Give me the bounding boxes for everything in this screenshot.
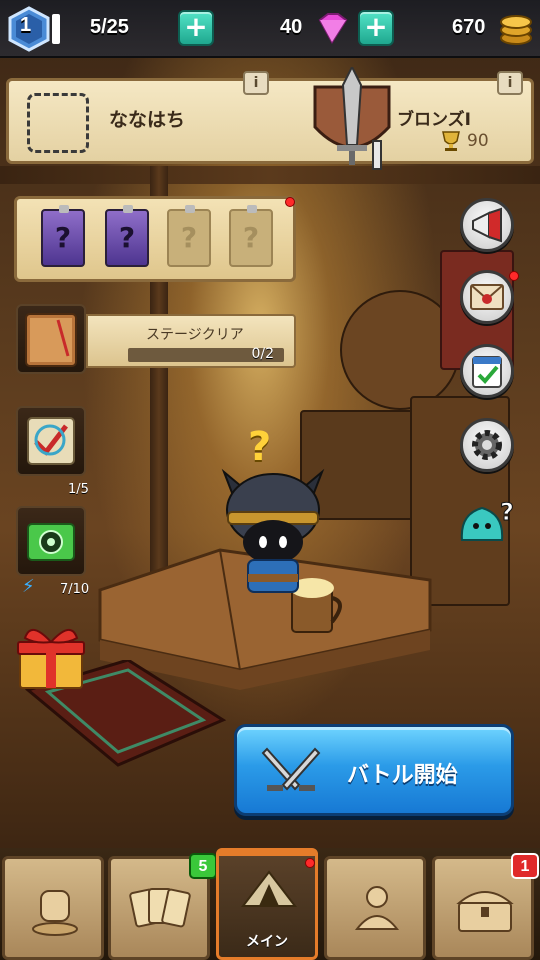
stamina-count: 5/25 — [90, 16, 129, 38]
bronze-sword-shield-icon — [313, 67, 391, 170]
gem-count: 40 — [280, 16, 303, 38]
settings-button[interactable] — [460, 418, 514, 472]
cards-badge: 5 — [189, 853, 217, 879]
war-notebook-button[interactable] — [16, 304, 86, 374]
ceiling-beam — [0, 166, 540, 184]
svg-text:?: ? — [500, 498, 514, 526]
tent-icon — [240, 870, 298, 907]
megaphone-icon — [472, 207, 502, 243]
tab-shop[interactable]: 1 — [432, 853, 539, 960]
camera-count: 7/10 — [60, 582, 90, 597]
mail-button[interactable] — [460, 270, 519, 324]
profile-info-button[interactable]: i — [243, 71, 269, 95]
player-name: ななはち — [109, 109, 186, 131]
card-slot-empty[interactable]: ? — [229, 205, 273, 267]
lightning-icon: ⚡ — [22, 576, 35, 597]
quest-button[interactable] — [16, 406, 86, 476]
shop-badge: 1 — [511, 853, 539, 879]
quest-count: 1/5 — [68, 482, 89, 497]
start-battle-label: バトル開始 — [347, 763, 458, 788]
tab-guild[interactable] — [2, 856, 104, 960]
quest-scroll-icon — [27, 417, 75, 465]
chest-icon — [456, 891, 514, 932]
card-slots-panel[interactable]: ? ? ? ? — [14, 196, 296, 282]
avatar-slot[interactable] — [27, 93, 89, 153]
trophy-count: 90 — [467, 131, 489, 151]
tab-main[interactable]: メイン — [216, 848, 318, 960]
level-progress-bar — [52, 14, 60, 44]
main-notification-dot — [305, 858, 315, 868]
announcement-button[interactable] — [460, 198, 514, 252]
gem-icon — [318, 13, 348, 44]
add-stamina-button[interactable]: + — [178, 10, 214, 46]
stage-progress-text: 0/2 — [251, 346, 274, 362]
tab-cards[interactable]: 5 — [108, 853, 217, 960]
card-slot[interactable]: ? — [41, 205, 85, 267]
envelope-icon — [470, 284, 504, 310]
coin-stack-icon — [500, 15, 532, 45]
start-battle-button[interactable]: バトル開始 — [234, 724, 514, 816]
camera-button[interactable] — [16, 506, 86, 576]
camera-icon — [27, 523, 75, 561]
player-character[interactable] — [218, 462, 328, 602]
coin-count: 670 — [452, 16, 486, 38]
calendar-button[interactable] — [460, 344, 514, 398]
tab-friends[interactable] — [324, 856, 426, 960]
tab-main-label: メイン — [246, 934, 288, 950]
player-profile-panel[interactable]: ななはち i ブロンズⅠ 90 i — [6, 67, 534, 170]
player-level: 1 — [20, 14, 32, 36]
fist-icon — [32, 890, 78, 936]
crossed-swords-icon — [261, 747, 321, 791]
trophy-icon — [442, 131, 460, 151]
gear-icon — [472, 430, 502, 460]
stage-clear-mission[interactable]: ステージクリア 0/2 — [86, 314, 296, 368]
bottom-navigation: 5 メイン 1 — [0, 848, 540, 960]
calendar-check-icon — [472, 356, 502, 388]
notebook-icon — [25, 313, 77, 367]
card-slot-empty[interactable]: ? — [167, 205, 211, 267]
gift-box-icon[interactable] — [12, 620, 90, 692]
cards-icon — [129, 888, 191, 928]
mail-notification-dot — [509, 271, 519, 281]
question-emote: ? — [248, 424, 272, 470]
card-slot[interactable]: ? — [105, 205, 149, 267]
people-icon — [354, 886, 400, 930]
top-status-bar: 1 5/25 + 40 + 670 — [0, 0, 540, 58]
rank-name: ブロンズⅠ — [397, 110, 471, 130]
add-gems-button[interactable]: + — [358, 10, 394, 46]
rank-info-button[interactable]: i — [497, 71, 523, 95]
stage-clear-label: ステージクリア — [146, 327, 244, 343]
notification-dot — [285, 197, 295, 207]
slime-help-icon[interactable]: ? — [456, 496, 520, 548]
